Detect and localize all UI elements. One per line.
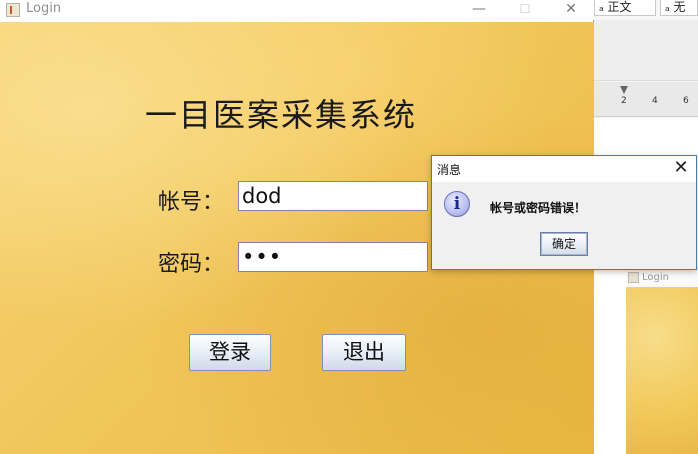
dialog-message: 帐号或密码错误！ xyxy=(490,201,587,215)
login-button[interactable]: 登录 xyxy=(189,334,271,371)
login-window-title: Login xyxy=(26,1,62,16)
java-app-icon xyxy=(628,272,639,283)
ruler: 2 4 6 xyxy=(594,82,698,117)
message-dialog: 消息 ✕ i 帐号或密码错误！ 确定 xyxy=(431,155,697,270)
background-login-title: Login xyxy=(642,272,669,283)
minimize-button[interactable]: — xyxy=(456,0,502,20)
password-label: 密码： xyxy=(158,252,225,277)
ruler-number: 6 xyxy=(683,96,689,106)
background-login-titlebar: Login xyxy=(626,269,698,287)
style-normal-button[interactable]: ₐ 正文 xyxy=(594,0,656,16)
indent-marker[interactable] xyxy=(620,86,628,94)
style-no-spacing-button[interactable]: ₐ 无 xyxy=(660,0,698,16)
login-titlebar: Login — ☐ ✕ xyxy=(0,0,594,20)
dialog-close-button[interactable]: ✕ xyxy=(666,156,696,182)
close-button[interactable]: ✕ xyxy=(548,0,594,20)
ruler-number: 2 xyxy=(621,96,627,106)
style-normal-label: 正文 xyxy=(607,0,632,14)
maximize-button[interactable]: ☐ xyxy=(502,0,548,20)
style-no-spacing-label: 无 xyxy=(673,0,686,14)
background-login-content xyxy=(626,287,698,454)
background-toolbar-band xyxy=(594,20,698,81)
java-app-icon xyxy=(6,3,20,17)
account-input[interactable] xyxy=(238,181,428,211)
info-icon: i xyxy=(444,191,470,217)
exit-button[interactable]: 退出 xyxy=(322,334,406,371)
background-ribbon: ₐ 正文 ₐ 无 xyxy=(594,0,698,21)
ok-button[interactable]: 确定 xyxy=(540,232,588,256)
account-label: 帐号： xyxy=(158,190,225,215)
ruler-number: 4 xyxy=(652,96,658,106)
password-input[interactable]: ••• xyxy=(238,242,428,272)
system-title: 一目医案采集系统 xyxy=(145,96,418,134)
style-prefix: ₐ xyxy=(599,0,604,14)
background-login-window: Login xyxy=(626,269,698,454)
style-prefix: ₐ xyxy=(665,0,670,14)
dialog-titlebar: 消息 ✕ xyxy=(432,156,696,182)
dialog-title: 消息 xyxy=(437,163,462,177)
